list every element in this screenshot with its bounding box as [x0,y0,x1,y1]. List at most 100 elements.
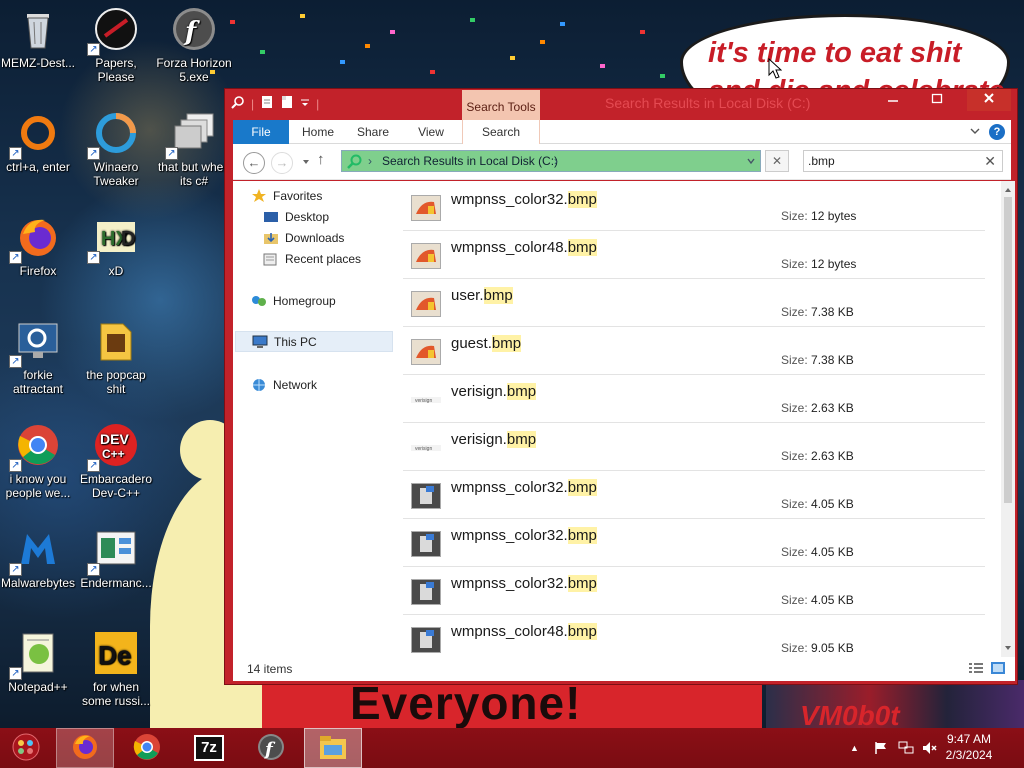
network-tray-icon[interactable] [898,728,914,768]
address-field[interactable]: › Search Results in Local Disk (C:) › [341,150,761,172]
help-icon[interactable]: ? [989,124,1005,140]
file-size: Size: 4.05 KB [781,593,854,607]
file-name: wmpnss_color32.bmp [451,575,597,592]
nav-favorites[interactable]: Favorites [251,185,407,206]
desktop-icon-firefox[interactable]: ↗ Firefox [0,212,76,312]
confetti [600,64,605,68]
tab-share[interactable]: Share [345,120,401,144]
details-view-icon[interactable] [969,662,983,677]
taskbar-7zip[interactable]: 7z [180,728,238,768]
desktop-icon-chrome[interactable]: ↗ i know you people we... [0,420,76,520]
new-folder-icon[interactable] [280,95,294,112]
close-button[interactable] [967,89,1011,111]
start-button[interactable] [0,728,52,768]
endermanch-icon: ↗ [87,526,139,576]
title-bar[interactable]: | | Search Tools Search Results in Local… [225,89,1017,120]
verisign-icon: verisign [411,387,441,413]
scrollbar-thumb[interactable] [1004,197,1012,503]
taskbar-firefox[interactable] [56,728,114,768]
nav-network[interactable]: Network [251,374,407,395]
file-row[interactable]: wmpnss_color32.bmp Size: 12 bytes [403,183,985,231]
desktop-icon-devcpp[interactable]: DEV C++ ↗ Embarcadero Dev-C++ [78,420,154,520]
desktop-icon-csharp[interactable]: ↗ that but when its c# [156,108,232,208]
winaero-icon: ↗ [87,110,139,160]
computer-icon [252,335,268,349]
desktop-icon-notepadpp[interactable]: ↗ Notepad++ [0,628,76,728]
confetti [560,22,565,26]
file-row[interactable]: verisign verisign.bmp Size: 2.63 KB [403,423,985,471]
desktop-icon-papers-please[interactable]: ↗ Papers, Please [78,4,154,104]
vertical-scrollbar[interactable] [1001,181,1015,657]
desktop-icon-endermanch[interactable]: ↗ Endermanc... [78,524,154,624]
shortcut-arrow-icon: ↗ [9,459,22,472]
ribbon-expand-chevron-icon[interactable] [969,125,981,140]
shortcut-arrow-icon: ↗ [87,459,100,472]
desktop-icon-ctrl-a[interactable]: ↗ ctrl+a, enter [0,108,76,208]
up-button[interactable]: ↑ [317,151,325,168]
file-name: user.bmp [451,287,513,304]
tab-home[interactable]: Home [291,120,345,144]
customize-toolbar-icon[interactable] [300,97,310,111]
desktop-icon-xd[interactable]: HX D ↗ xD [78,212,154,312]
search-tools-contextual-tab[interactable]: Search Tools [462,90,540,120]
properties-icon[interactable] [260,95,274,112]
desktop-icon-malwarebytes[interactable]: ↗ Malwarebytes [0,524,76,624]
speech-bubble-text: it's time to eat shit and die and celebr… [708,37,1005,94]
taskbar-flash[interactable]: f [242,728,300,768]
clock-date: 2/3/2024 [945,748,993,762]
desktop-icon-popcap[interactable]: the popcap shit [78,316,154,416]
nav-this-pc[interactable]: This PC [235,331,393,352]
file-row[interactable]: guest.bmp Size: 7.38 KB [403,327,985,375]
desktop-folder-icon [263,210,279,224]
svg-text:De: De [98,640,131,670]
firefox-icon [70,732,100,765]
minimize-button[interactable] [879,89,907,111]
stacked-windows-icon: ↗ [165,110,217,160]
file-row[interactable]: user.bmp Size: 7.38 KB [403,279,985,327]
action-center-flag-icon[interactable] [874,728,888,768]
show-hidden-icons-button[interactable]: ▲ [850,728,859,768]
scroll-up-icon[interactable] [1004,183,1012,197]
desktop-icon-forkie[interactable]: ↗ forkie attractant [0,316,76,416]
search-box[interactable]: ✕ [803,150,1003,172]
breadcrumb-chevron-icon[interactable]: › [554,154,558,168]
file-row[interactable]: wmpnss_color32.bmp Size: 4.05 KB [403,567,985,615]
file-row[interactable]: wmpnss_color48.bmp Size: 12 bytes [403,231,985,279]
maximize-button[interactable] [923,89,951,111]
shortcut-arrow-icon: ↗ [87,147,100,160]
search-magnifier-icon[interactable] [231,95,245,112]
clear-search-icon[interactable]: ✕ [984,153,996,170]
stop-search-button[interactable]: ✕ [765,150,789,172]
forward-button[interactable]: → [271,152,293,174]
breadcrumb-chevron-icon[interactable]: › [368,154,372,168]
tab-view[interactable]: View [401,120,461,144]
shortcut-arrow-icon: ↗ [165,147,178,160]
svg-text:D: D [121,228,135,250]
desktop-icon-winaero[interactable]: ↗ Winaero Tweaker [78,108,154,208]
file-row[interactable]: verisign verisign.bmp Size: 2.63 KB [403,375,985,423]
taskbar-chrome[interactable] [118,728,176,768]
file-row[interactable]: wmpnss_color32.bmp Size: 4.05 KB [403,471,985,519]
recent-places-icon [263,252,279,266]
star-icon [251,188,267,203]
desktop-icon-memz[interactable]: MEMZ-Dest... [0,4,76,104]
svg-text:DEV: DEV [100,431,129,447]
desktop-icon-de[interactable]: De for when some russi... [78,628,154,728]
file-row[interactable]: wmpnss_color48.bmp Size: 9.05 KB [403,615,985,657]
breadcrumb[interactable]: Search Results in Local Disk (C:) [382,154,558,168]
large-icons-view-icon[interactable] [991,662,1005,677]
scroll-down-icon[interactable] [1004,641,1012,655]
search-input[interactable] [808,154,978,168]
desktop-icon-label: MEMZ-Dest... [1,56,75,70]
taskbar-file-explorer[interactable] [304,728,362,768]
address-dropdown-icon[interactable] [746,155,756,169]
back-button[interactable]: ← [243,152,265,174]
desktop-icon-label: Papers, Please [95,56,137,84]
nav-homegroup[interactable]: Homegroup [251,290,407,311]
file-row[interactable]: wmpnss_color32.bmp Size: 4.05 KB [403,519,985,567]
recent-locations-chevron-icon[interactable] [301,156,311,170]
desktop-icon-forza[interactable]: f Forza Horizon 5.exe [156,4,232,104]
tab-search[interactable]: Search [462,120,540,144]
tab-file[interactable]: File [233,120,289,144]
taskbar-clock[interactable]: 9:47 AM 2/3/2024 [934,731,1004,763]
